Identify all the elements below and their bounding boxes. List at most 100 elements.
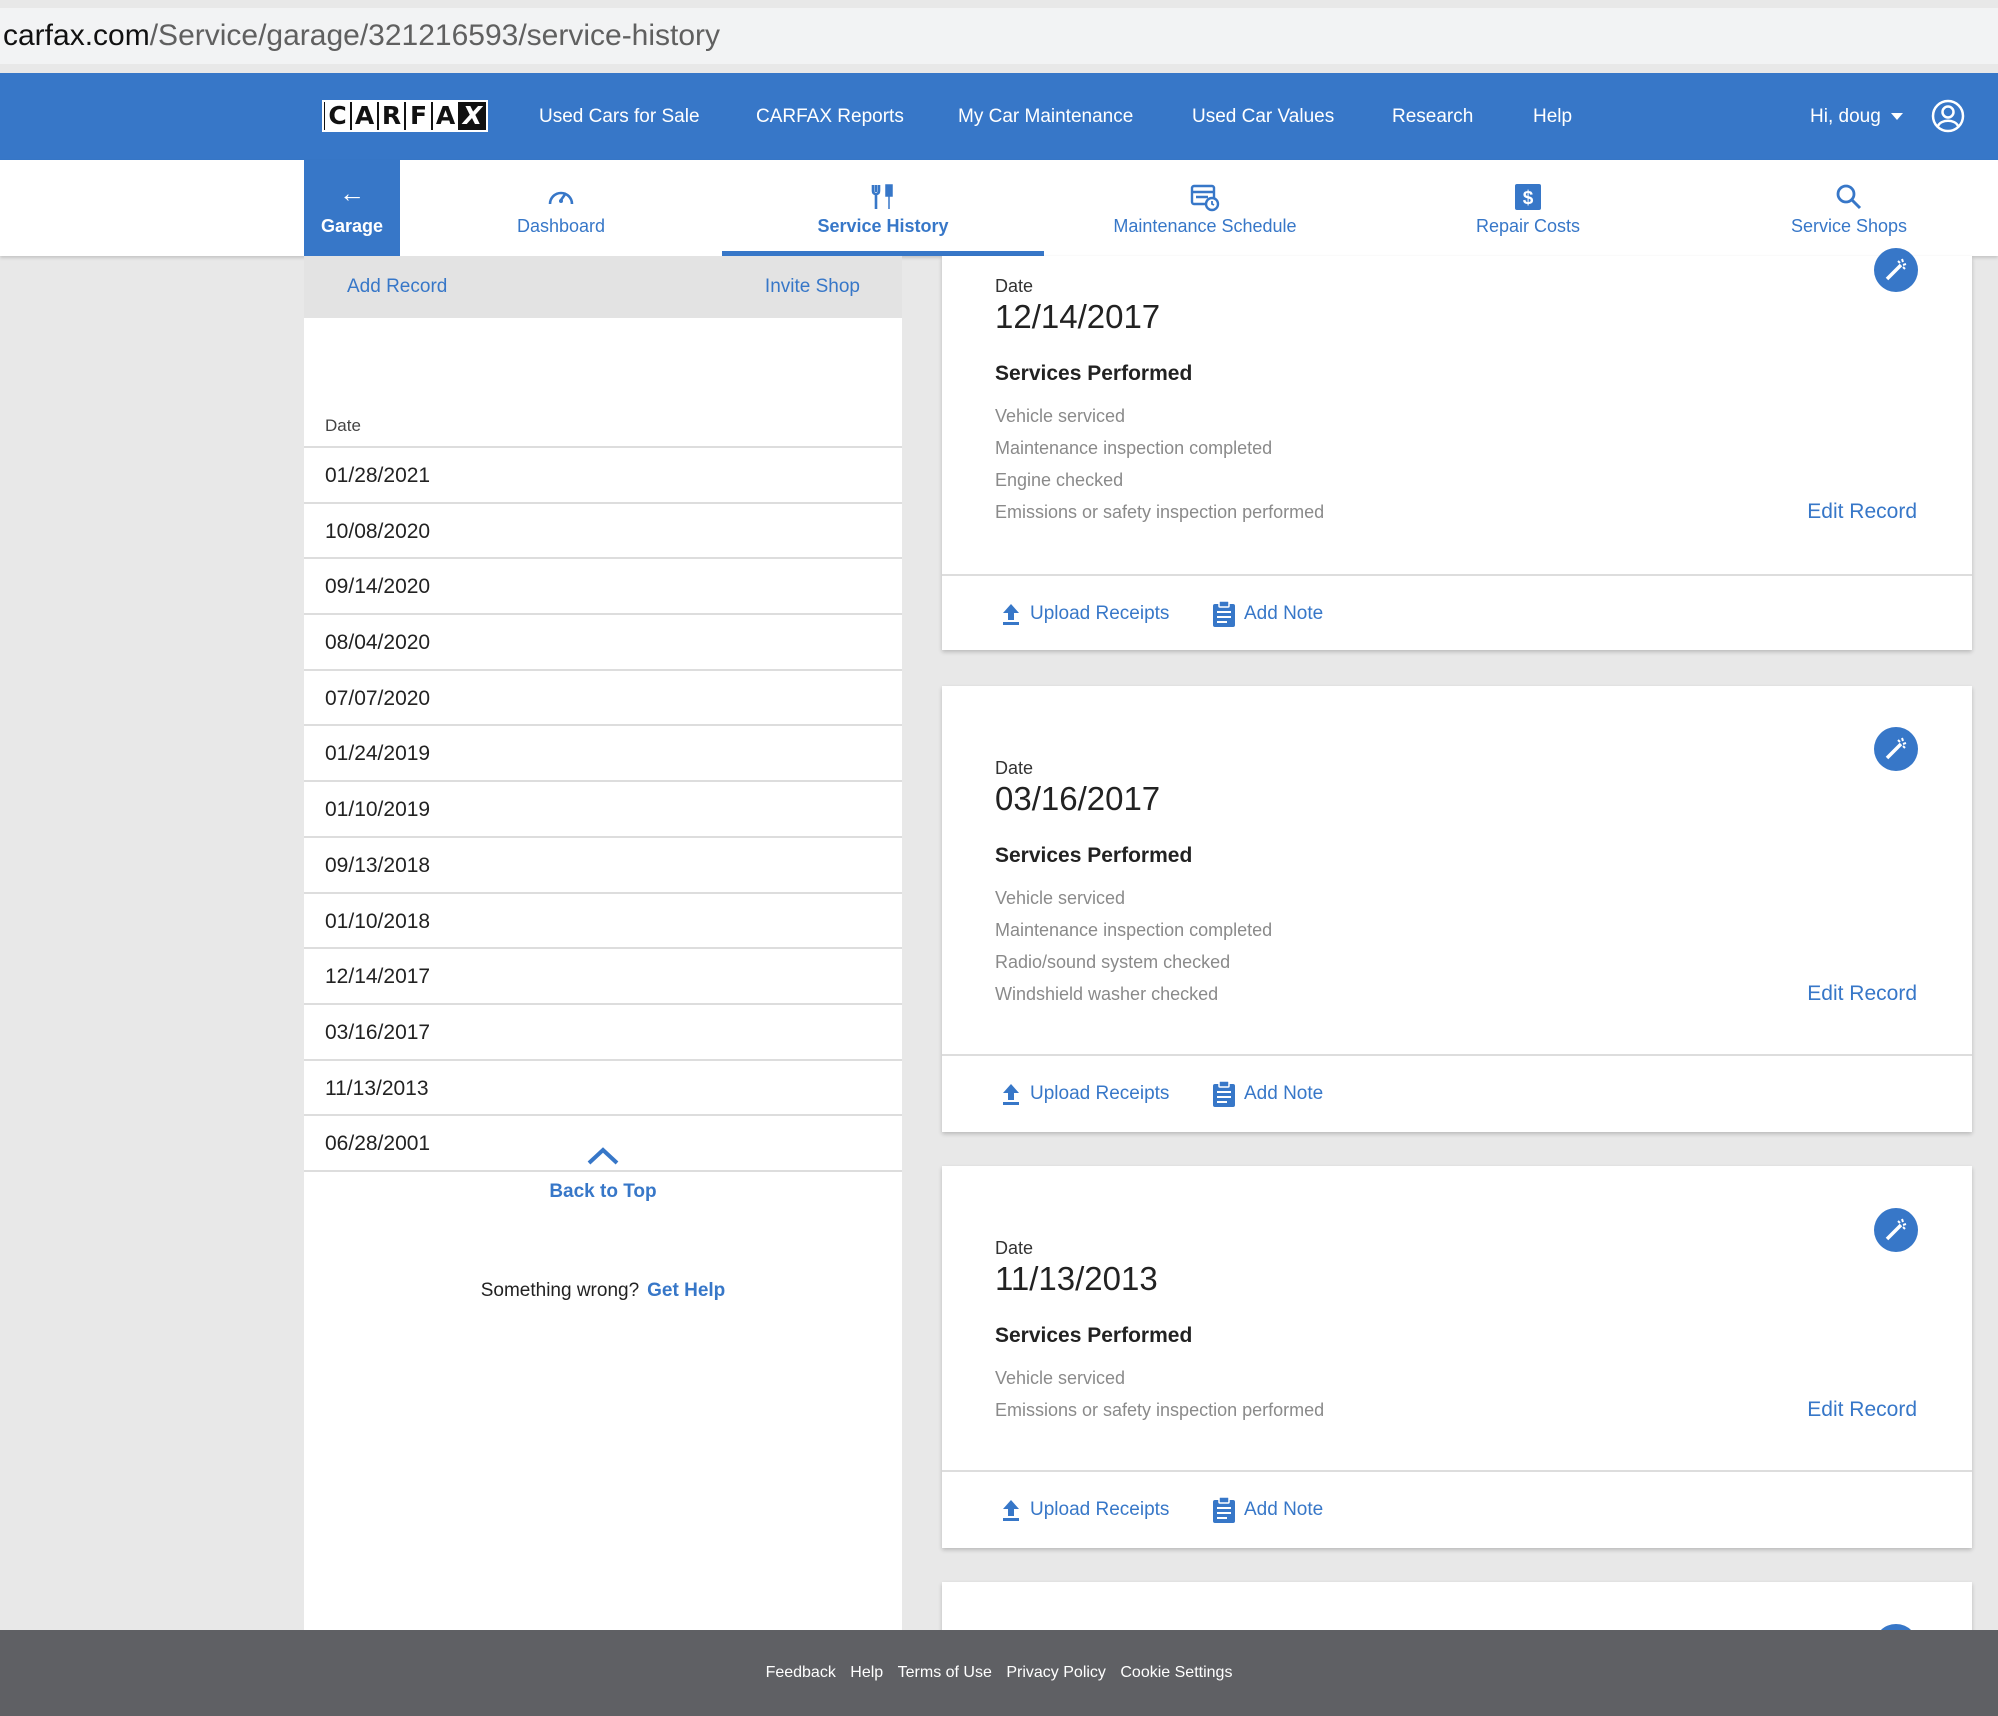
service-item: Vehicle serviced [995, 888, 1126, 908]
garage-back-button[interactable]: ← Garage [304, 160, 400, 256]
url-host: carfax.com [3, 19, 150, 52]
clipboard-icon [1213, 1080, 1235, 1107]
record-date: 12/14/2017 [995, 298, 1161, 335]
clipboard-icon [1213, 600, 1235, 627]
arrow-left-icon: ← [339, 178, 365, 208]
footer-terms-link[interactable]: Terms of Use [898, 1664, 992, 1681]
upload-icon [1003, 1499, 1019, 1521]
magic-wand-icon [1885, 737, 1907, 760]
add-note-button[interactable]: Add Note [1212, 576, 1323, 652]
date-list-item[interactable]: 01/10/2019 [304, 782, 902, 838]
service-item: Windshield washer checked [995, 984, 1219, 1004]
help-prompt: Something wrong? Get Help [480, 1280, 726, 1301]
date-list-item[interactable]: 09/14/2020 [304, 559, 902, 616]
user-menu[interactable]: Hi, doug [1810, 73, 1903, 160]
user-greeting: Hi, doug [1810, 106, 1881, 127]
tools-icon [871, 184, 893, 209]
invite-shop-link[interactable]: Invite Shop [765, 256, 860, 318]
schedule-icon [1190, 184, 1220, 212]
date-list-item[interactable]: 03/16/2017 [304, 1005, 902, 1061]
get-help-link[interactable]: Get Help [647, 1280, 725, 1301]
magic-wand-button[interactable] [1874, 727, 1918, 771]
top-navigation: C A R F A X Used Cars for Sale CARFAX Re… [0, 73, 1998, 160]
record-date-label: Date [995, 276, 1034, 296]
search-icon [1836, 184, 1862, 210]
service-history-sidebar: Add Record Invite Shop Date 01/28/2021 1… [304, 256, 902, 1630]
upload-receipts-button[interactable]: Upload Receipts [1000, 1056, 1169, 1132]
nav-carfax-reports[interactable]: CARFAX Reports [756, 73, 904, 160]
nav-my-car-maintenance[interactable]: My Car Maintenance [958, 73, 1133, 160]
date-list-item[interactable]: 07/07/2020 [304, 671, 902, 727]
service-record-card: Date 03/16/2017 Services Performed Vehic… [942, 686, 1972, 1132]
sidebar-actions: Add Record Invite Shop [304, 256, 902, 318]
service-item: Radio/sound system checked [995, 952, 1231, 972]
nav-used-car-values[interactable]: Used Car Values [1192, 73, 1334, 160]
carfax-logo[interactable]: C A R F A X [322, 100, 488, 132]
chevron-up-icon [587, 1147, 619, 1165]
card-footer: Upload Receipts Add Note [942, 1470, 1972, 1546]
speedometer-icon [548, 191, 574, 205]
footer-feedback-link[interactable]: Feedback [766, 1664, 836, 1681]
service-item: Vehicle serviced [995, 406, 1126, 426]
date-list-item[interactable]: 08/04/2020 [304, 615, 902, 671]
back-to-top-button[interactable]: Back to Top [304, 1141, 902, 1203]
services-performed-title: Services Performed [995, 844, 1193, 867]
clipboard-icon [1213, 1496, 1235, 1523]
date-list-item[interactable]: 10/08/2020 [304, 504, 902, 560]
add-note-button[interactable]: Add Note [1212, 1472, 1323, 1548]
magic-wand-button[interactable] [1874, 248, 1918, 292]
tab-repair-costs[interactable]: $ Repair Costs [1462, 160, 1594, 256]
url-path: /Service/garage/321216593/service-histor… [149, 19, 721, 52]
edit-record-link[interactable]: Edit Record [1807, 1398, 1917, 1422]
upload-icon [1003, 603, 1019, 625]
service-item: Emissions or safety inspection performed [995, 502, 1325, 522]
magic-wand-button[interactable] [1874, 1208, 1918, 1252]
page-footer: Feedback Help Terms of Use Privacy Polic… [0, 1630, 1998, 1716]
record-date-label: Date [995, 1238, 1034, 1258]
magic-wand-icon [1885, 258, 1907, 281]
services-performed-title: Services Performed [995, 1324, 1193, 1347]
section-tabs: ← Garage Dashboard Service History Maint… [0, 160, 1998, 256]
card-footer: Upload Receipts Add Note [942, 1054, 1972, 1130]
footer-privacy-link[interactable]: Privacy Policy [1006, 1664, 1106, 1681]
footer-help-link[interactable]: Help [850, 1664, 883, 1681]
record-date-label: Date [995, 758, 1034, 778]
date-list-item[interactable]: 01/28/2021 [304, 448, 902, 504]
record-date: 03/16/2017 [995, 780, 1161, 817]
nav-used-cars[interactable]: Used Cars for Sale [539, 73, 700, 160]
service-item: Maintenance inspection completed [995, 438, 1273, 458]
service-record-card: Date 12/14/2017 Services Performed Vehic… [942, 248, 1972, 650]
card-footer: Upload Receipts Add Note [942, 574, 1972, 650]
add-record-link[interactable]: Add Record [347, 256, 447, 318]
footer-cookie-settings-link[interactable]: Cookie Settings [1120, 1664, 1232, 1681]
nav-research[interactable]: Research [1392, 73, 1473, 160]
service-item: Emissions or safety inspection performed [995, 1400, 1325, 1420]
svg-text:$: $ [1523, 188, 1534, 209]
address-bar[interactable]: carfax.com/Service/garage/321216593/serv… [0, 8, 1998, 64]
date-list: 01/28/2021 10/08/2020 09/14/2020 08/04/2… [304, 448, 902, 1172]
date-list-item[interactable]: 09/13/2018 [304, 838, 902, 894]
account-icon[interactable] [1931, 99, 1965, 133]
service-item: Maintenance inspection completed [995, 920, 1273, 940]
edit-record-link[interactable]: Edit Record [1807, 500, 1917, 524]
tab-dashboard[interactable]: Dashboard [478, 160, 644, 256]
upload-receipts-button[interactable]: Upload Receipts [1000, 1472, 1169, 1548]
date-list-item[interactable]: 01/10/2018 [304, 894, 902, 950]
service-item: Engine checked [995, 470, 1124, 490]
service-item: Vehicle serviced [995, 1368, 1126, 1388]
dollar-icon: $ [1515, 184, 1541, 210]
edit-record-link[interactable]: Edit Record [1807, 982, 1917, 1006]
record-date: 11/13/2013 [995, 1260, 1158, 1297]
upload-receipts-button[interactable]: Upload Receipts [1000, 576, 1169, 652]
add-note-button[interactable]: Add Note [1212, 1056, 1323, 1132]
service-record-card: Date 11/13/2013 Services Performed Vehic… [942, 1166, 1972, 1548]
date-list-item[interactable]: 12/14/2017 [304, 949, 902, 1005]
nav-help[interactable]: Help [1533, 73, 1572, 160]
date-column-header: Date [304, 318, 902, 448]
tab-service-history[interactable]: Service History [722, 160, 1044, 256]
date-list-item[interactable]: 11/13/2013 [304, 1061, 902, 1117]
date-list-item[interactable]: 01/24/2019 [304, 726, 902, 783]
tab-maintenance-schedule[interactable]: Maintenance Schedule [1096, 160, 1314, 256]
caret-down-icon [1890, 113, 1903, 121]
tab-service-shops[interactable]: Service Shops [1780, 160, 1918, 256]
